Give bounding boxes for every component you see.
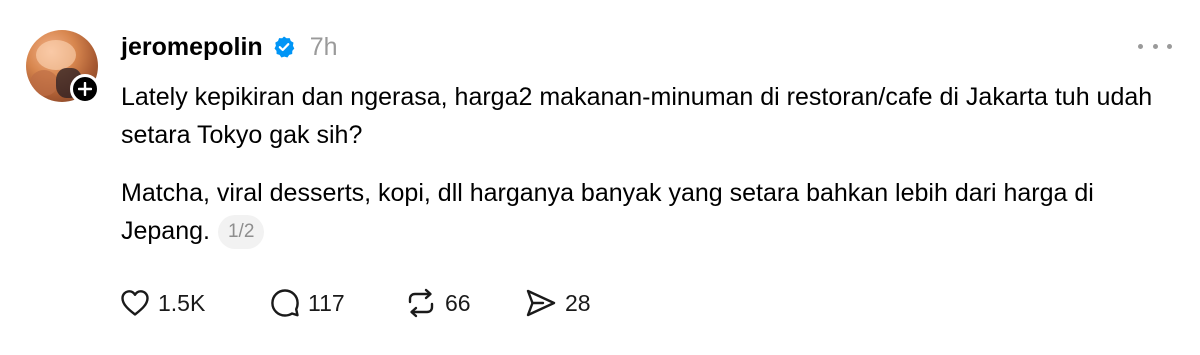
send-icon <box>526 289 556 317</box>
post-body: Lately kepikiran dan ngerasa, harga2 mak… <box>121 78 1171 250</box>
plus-icon <box>78 82 92 96</box>
action-bar: 1.5K 117 66 28 <box>120 286 625 320</box>
heart-icon <box>121 290 149 316</box>
reply-count: 117 <box>308 289 345 316</box>
post-paragraph-2: Matcha, viral desserts, kopi, dll hargan… <box>121 174 1171 250</box>
share-count: 28 <box>565 289 591 316</box>
page-indicator: 1/2 <box>217 215 265 249</box>
avatar-container[interactable] <box>26 30 102 106</box>
repost-icon <box>408 288 434 318</box>
post-paragraph-1: Lately kepikiran dan ngerasa, harga2 mak… <box>121 83 1153 149</box>
verified-badge-icon <box>272 35 296 59</box>
like-count: 1.5K <box>158 289 206 316</box>
like-button[interactable]: 1.5K <box>120 286 270 320</box>
comment-icon <box>271 289 299 317</box>
reply-button[interactable]: 117 <box>270 286 405 320</box>
post-header: jeromepolin 7h <box>121 30 338 64</box>
username[interactable]: jeromepolin <box>121 33 263 62</box>
follow-plus-button[interactable] <box>70 74 100 104</box>
thread-post: jeromepolin 7h Lately kepikiran dan nger… <box>0 0 1200 355</box>
share-button[interactable]: 28 <box>525 286 625 320</box>
more-icon <box>1138 43 1143 49</box>
post-timestamp[interactable]: 7h <box>310 33 338 62</box>
more-options-button[interactable] <box>1138 36 1172 56</box>
repost-count: 66 <box>445 289 471 316</box>
repost-button[interactable]: 66 <box>405 286 525 320</box>
